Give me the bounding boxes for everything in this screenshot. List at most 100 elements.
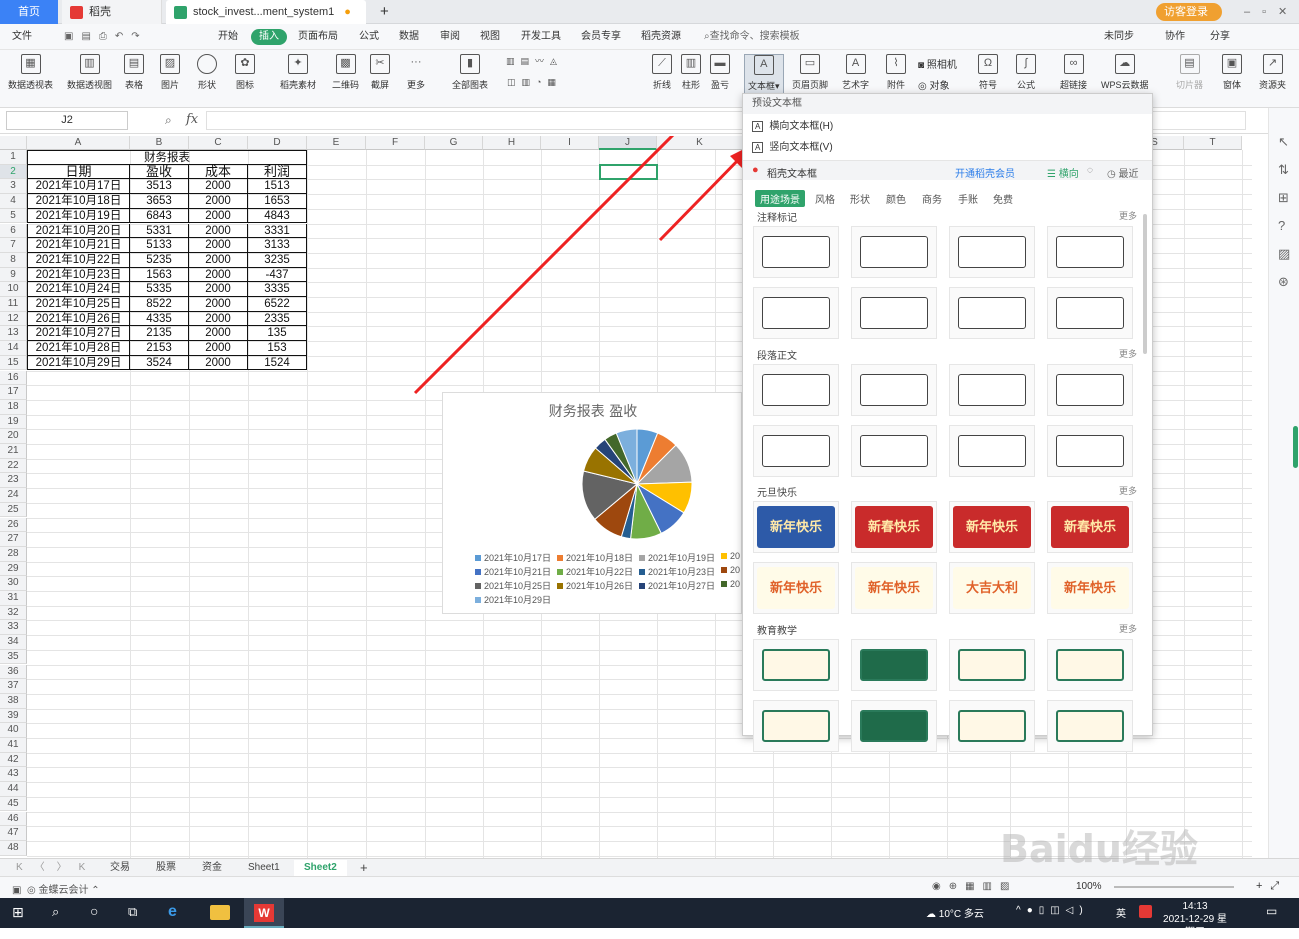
sogou-icon[interactable]	[1139, 905, 1152, 918]
tab-workbook[interactable]: stock_invest...ment_system1 ●	[166, 0, 366, 24]
template-thumbnail[interactable]: 新年快乐	[753, 562, 839, 614]
template-thumbnail[interactable]: 新年快乐	[753, 501, 839, 553]
add-sheet-icon[interactable]: +	[350, 860, 378, 876]
template-thumbnail[interactable]	[753, 364, 839, 416]
wps-taskbar-item[interactable]: W	[244, 898, 284, 928]
template-thumbnail[interactable]	[851, 364, 937, 416]
template-thumbnail[interactable]	[753, 700, 839, 752]
sidebar-tools[interactable]: ↖ ⇅ ⊞? ▨ ⊛	[1278, 128, 1290, 296]
ime-indicator[interactable]: 英	[1116, 905, 1126, 920]
vertical-textbox-item[interactable]: A 竖向文本框(V)	[752, 141, 833, 155]
sparkline-winloss-button[interactable]: ▬ 盈亏	[710, 54, 730, 91]
tab-daoke[interactable]: 稻壳	[62, 0, 162, 24]
template-thumbnail[interactable]	[949, 700, 1035, 752]
more-link[interactable]: 更多	[1119, 209, 1137, 222]
more-link[interactable]: 更多	[1119, 622, 1137, 635]
horizontal-textbox-item[interactable]: A 横向文本框(H)	[752, 120, 833, 134]
resources-button[interactable]: ↗ 资源夹	[1259, 54, 1286, 91]
sheet-nav-arrows[interactable]: K〈〉K	[6, 860, 107, 876]
camera-button[interactable]: ◙ 照相机	[918, 56, 957, 71]
table-button[interactable]: ▤ 表格	[124, 54, 144, 91]
more-link[interactable]: 更多	[1119, 347, 1137, 360]
equation-button[interactable]: ∫ 公式	[1016, 54, 1036, 91]
menu-data[interactable]: 数据	[399, 29, 419, 45]
pie-chart[interactable]: 财务报表 盈收 2021年10月17日 2021年10月18日 2021年10月19…	[442, 392, 742, 614]
template-thumbnail[interactable]	[753, 226, 839, 278]
zoom-search-icon[interactable]: ⌕	[165, 113, 172, 128]
template-thumbnail[interactable]: 新年快乐	[949, 501, 1035, 553]
daoke-material-button[interactable]: ✦ 稻壳素材	[280, 54, 316, 91]
collaborate-button[interactable]: 协作	[1165, 29, 1185, 45]
header-footer-button[interactable]: ▭ 页眉页脚	[792, 54, 828, 91]
menu-daoke-resources[interactable]: 稻壳资源	[641, 29, 681, 45]
wps-cloud-data-button[interactable]: ☁ WPS云数据	[1101, 54, 1149, 91]
vertical-scrollbar[interactable]	[1293, 426, 1298, 468]
template-thumbnail[interactable]: 新春快乐	[851, 501, 937, 553]
clock[interactable]: 14:13 2021-12-29 星期三	[1160, 900, 1230, 939]
sparkline-column-button[interactable]: ▥ 柱形	[681, 54, 701, 91]
pivot-table-button[interactable]: ▦ 数据透视表	[8, 54, 53, 91]
more-button[interactable]: ··· 更多	[406, 54, 426, 91]
template-thumbnail[interactable]	[949, 639, 1035, 691]
menu-file[interactable]: 文件	[12, 29, 32, 45]
template-thumbnail[interactable]: 新年快乐	[851, 562, 937, 614]
template-thumbnail[interactable]	[753, 287, 839, 339]
hyperlink-button[interactable]: ∞ 超链接	[1060, 54, 1087, 91]
status-left[interactable]: ▣ ◎ 金蝶云会计 ⌃	[12, 881, 100, 896]
template-thumbnail[interactable]: 新年快乐	[1047, 562, 1133, 614]
filter-journal[interactable]: 手账	[958, 191, 978, 206]
textbox-button[interactable]: A 文本框▾	[744, 54, 784, 94]
sheet-tab-trade[interactable]: 交易	[100, 860, 140, 876]
orientation-toggle[interactable]: ☰ 横向	[1047, 165, 1079, 180]
task-view-icon[interactable]: ⧉	[128, 904, 137, 920]
object-button[interactable]: ◎ 对象	[918, 77, 950, 92]
fullscreen-icons[interactable]: +⤢	[1256, 880, 1287, 893]
zoom-slider[interactable]	[1114, 886, 1234, 888]
sheet-tab-stock[interactable]: 股票	[146, 860, 186, 876]
template-thumbnail[interactable]: 新春快乐	[1047, 501, 1133, 553]
template-thumbnail[interactable]	[851, 639, 937, 691]
window-controls[interactable]: –▫✕	[1236, 0, 1296, 24]
notification-icon[interactable]: ▭	[1266, 904, 1277, 918]
tab-home[interactable]: 首页	[0, 0, 58, 24]
filter-shape[interactable]: 形状	[850, 191, 870, 206]
menu-formula[interactable]: 公式	[359, 29, 379, 45]
menu-page-layout[interactable]: 页面布局	[298, 29, 338, 45]
template-thumbnail[interactable]	[851, 700, 937, 752]
view-mode-icons[interactable]: ◉⊕▦▥▨	[932, 881, 1017, 892]
symbol-button[interactable]: Ω 符号	[978, 54, 998, 91]
windows-start-icon[interactable]: ⊞	[12, 904, 24, 921]
command-search[interactable]: ⌕查找命令、搜索模板	[704, 29, 800, 45]
sheet-tab-funds[interactable]: 资金	[192, 860, 232, 876]
attachment-button[interactable]: ⌇ 附件	[886, 54, 906, 91]
picture-button[interactable]: ▨ 图片	[160, 54, 180, 91]
template-thumbnail[interactable]	[851, 287, 937, 339]
all-charts-button[interactable]: ▮ 全部图表	[452, 54, 488, 91]
sync-status[interactable]: 未同步	[1104, 29, 1134, 45]
template-thumbnail[interactable]	[753, 425, 839, 477]
search-icon[interactable]: ⌕	[52, 904, 59, 920]
zoom-level[interactable]: 100%	[1076, 881, 1102, 892]
sparkline-line-button[interactable]: ⟋ 折线	[652, 54, 672, 91]
template-thumbnail[interactable]	[949, 425, 1035, 477]
filter-color[interactable]: 颜色	[886, 191, 906, 206]
icon-button[interactable]: ✿ 图标	[235, 54, 255, 91]
filter-free[interactable]: 免费	[993, 191, 1013, 206]
slicer-button[interactable]: ▤ 切片器	[1176, 54, 1203, 91]
fx-icon[interactable]: fx	[186, 112, 198, 127]
template-thumbnail[interactable]	[949, 226, 1035, 278]
quick-access-icons[interactable]: ▣▤⎙↶↷	[64, 29, 148, 45]
filter-usage[interactable]: 用途场景	[755, 190, 805, 207]
weather[interactable]: ☁ 10°C 多云	[926, 905, 984, 920]
template-thumbnail[interactable]: 大吉大利	[949, 562, 1035, 614]
template-thumbnail[interactable]	[949, 364, 1035, 416]
tray-icons[interactable]: ^●▯◫◁)	[1016, 905, 1089, 916]
sheet-tab-sheet1[interactable]: Sheet1	[238, 860, 290, 876]
share-button[interactable]: 分享	[1210, 29, 1230, 45]
filter-business[interactable]: 商务	[922, 191, 942, 206]
template-thumbnail[interactable]	[1047, 287, 1133, 339]
menu-view[interactable]: 视图	[480, 29, 500, 45]
more-link[interactable]: 更多	[1119, 484, 1137, 497]
panel-scrollbar[interactable]	[1143, 214, 1147, 354]
shape-button[interactable]: 形状	[197, 54, 217, 91]
